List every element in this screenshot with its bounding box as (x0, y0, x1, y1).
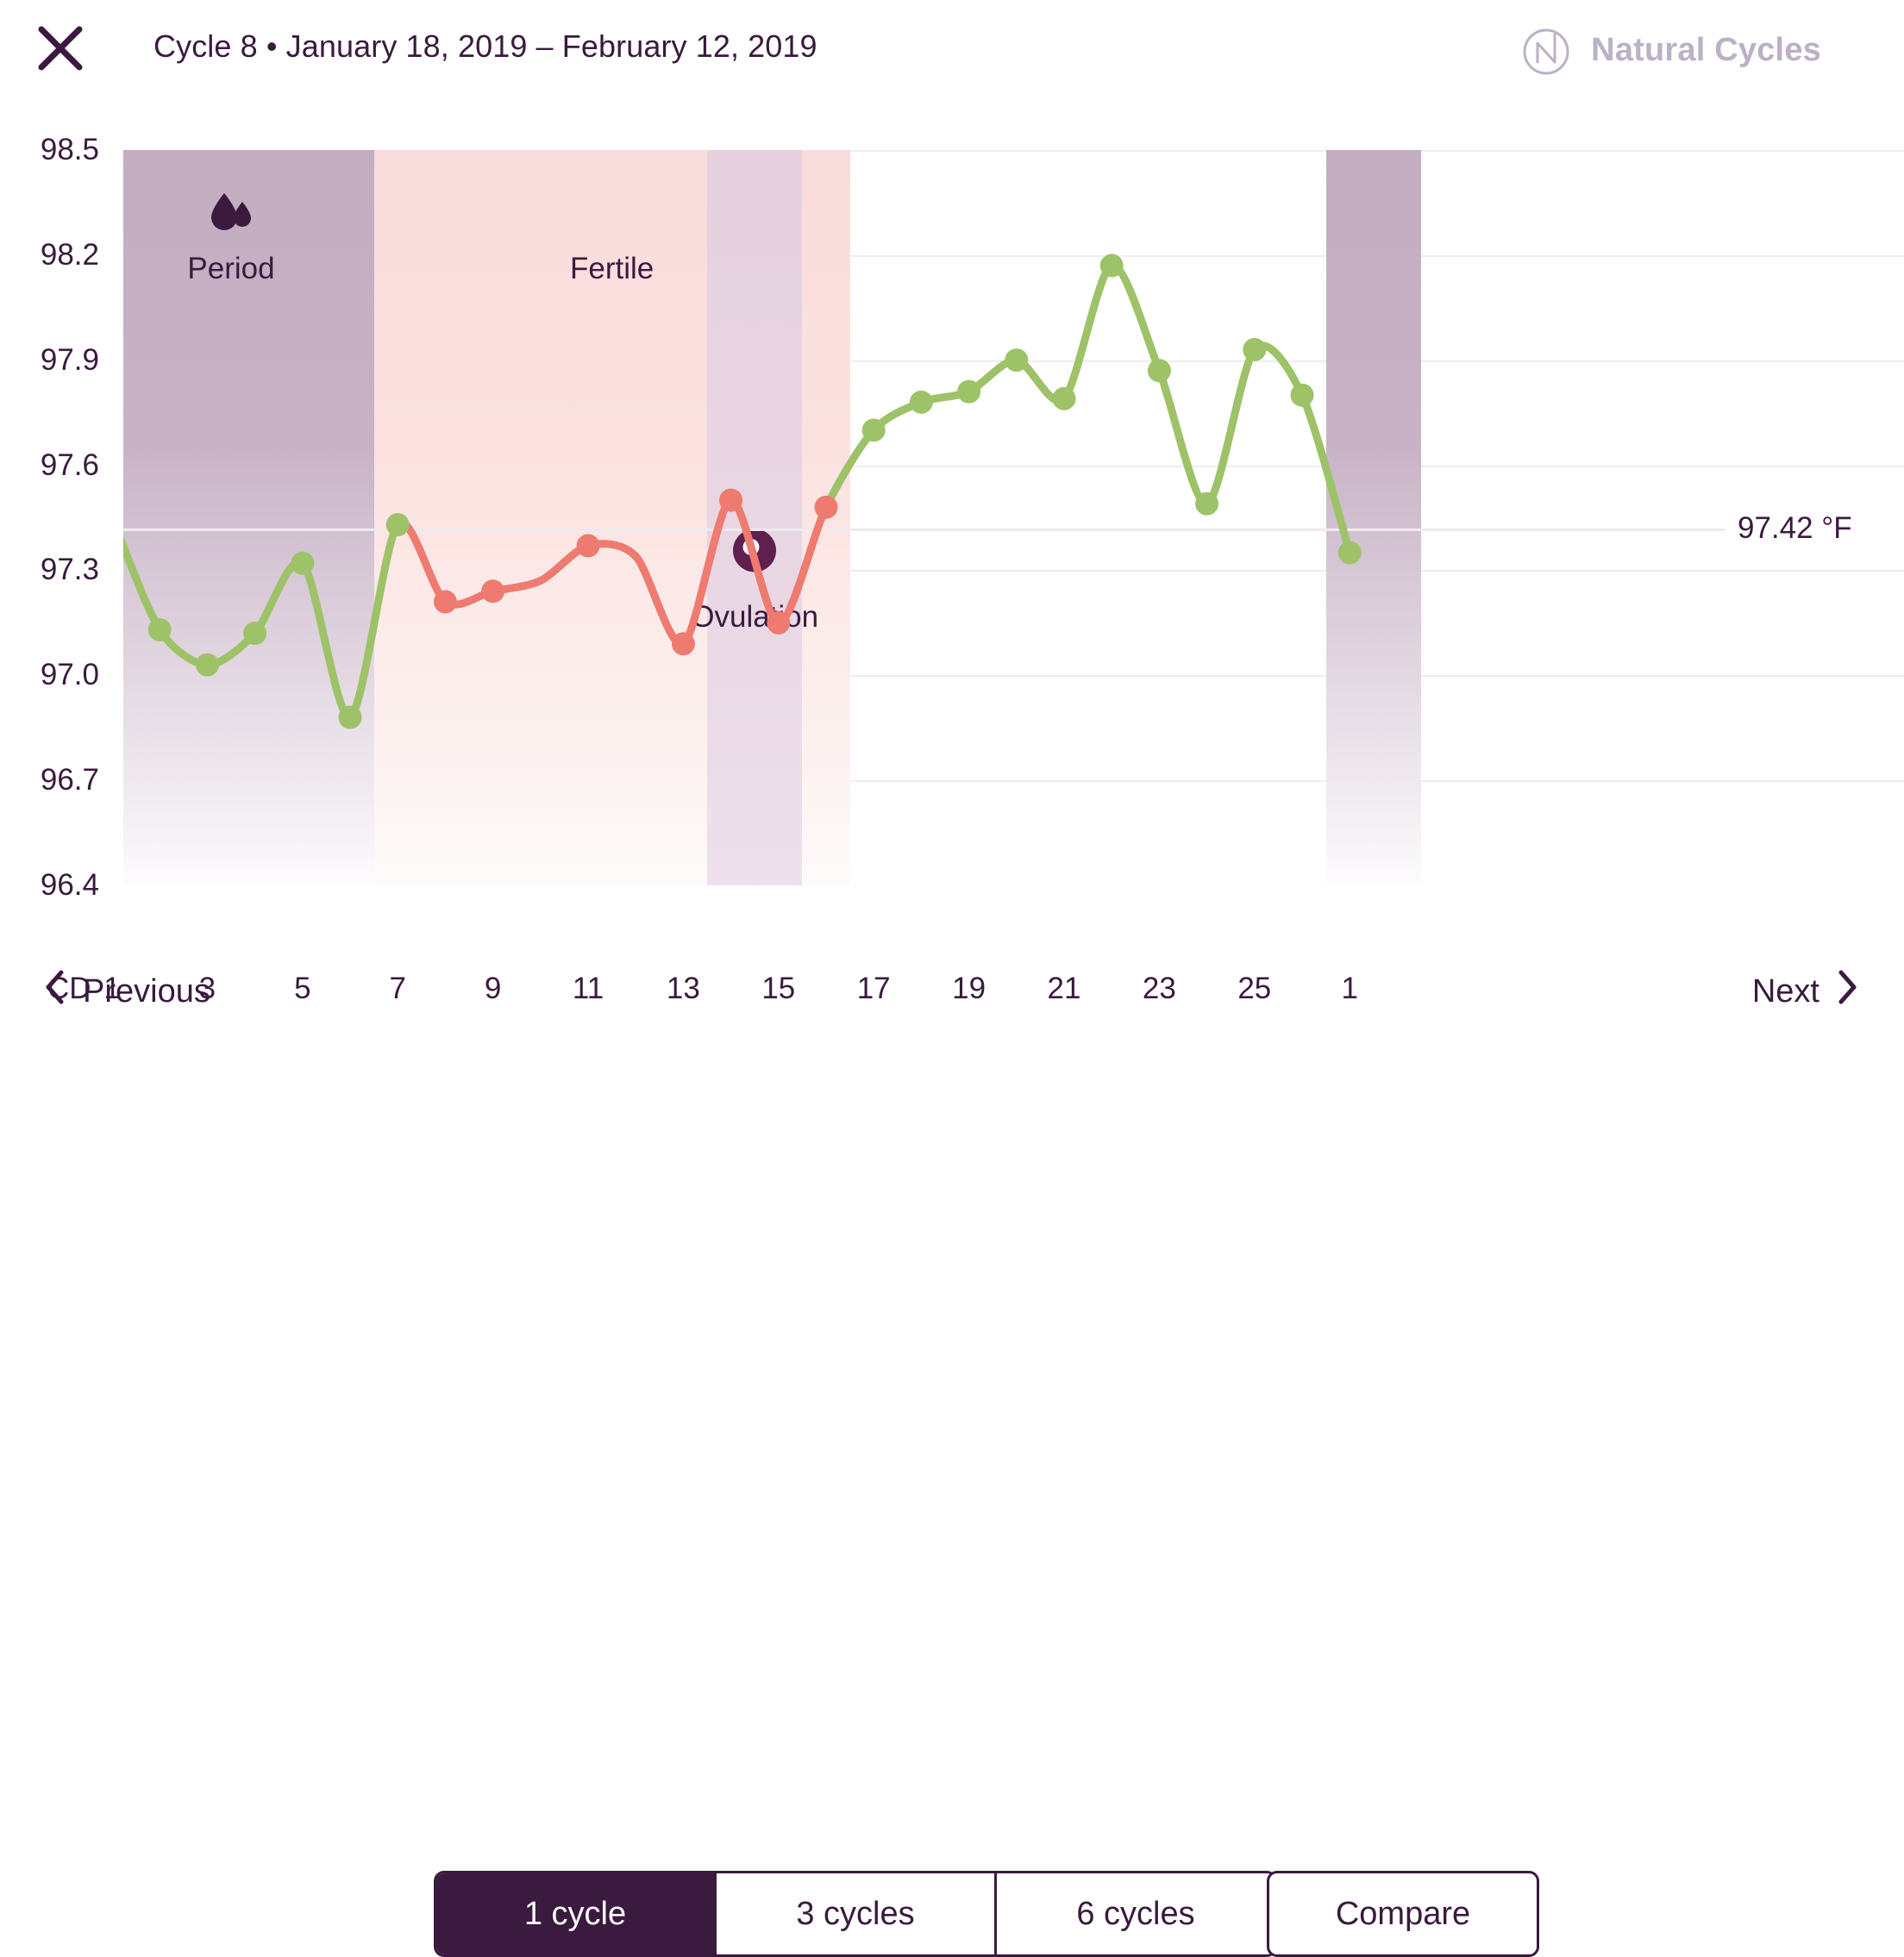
range-option-6-cycles[interactable]: 6 cycles (997, 1873, 1275, 1954)
compare-label: Compare (1335, 1895, 1471, 1932)
data-point[interactable] (291, 551, 315, 575)
y-axis-tick: 97.3 (40, 553, 99, 587)
range-option-1-cycle[interactable]: 1 cycle (436, 1873, 717, 1954)
data-point[interactable] (1099, 253, 1124, 278)
y-axis-tick: 98.2 (40, 237, 99, 272)
temperature-chart: 98.5 98.2 97.9 97.6 97.3 97.0 96.7 96.4 Period F… (0, 95, 1904, 1005)
data-point[interactable] (1290, 383, 1314, 407)
plot-area: Period Fertile Ovulation 97.42 °F (123, 150, 1904, 885)
data-point[interactable] (243, 622, 267, 646)
data-point[interactable] (1052, 386, 1076, 410)
temperature-line (123, 253, 1362, 729)
data-point[interactable] (576, 534, 600, 558)
range-option-3-cycles[interactable]: 3 cycles (717, 1873, 997, 1954)
chevron-right-icon (1837, 969, 1859, 1014)
data-point[interactable] (1005, 348, 1029, 372)
y-axis-tick: 97.9 (40, 342, 99, 377)
brand-name: Natural Cycles (1591, 31, 1821, 68)
brand-logo: Natural Cycles (1520, 24, 1821, 76)
data-point[interactable] (767, 610, 791, 635)
data-point[interactable] (385, 513, 410, 537)
data-point[interactable] (1337, 541, 1362, 565)
previous-label: Previous (83, 972, 210, 1010)
next-button[interactable]: Next (1752, 969, 1859, 1014)
y-axis-tick: 97.0 (40, 658, 99, 692)
previous-button[interactable]: Previous (43, 969, 210, 1014)
data-point[interactable] (1243, 338, 1267, 362)
data-point[interactable] (195, 653, 219, 677)
data-point[interactable] (861, 418, 886, 442)
next-label: Next (1751, 972, 1819, 1010)
cycle-range-segmented-control[interactable]: 1 cycle 3 cycles 6 cycles (434, 1871, 1277, 1957)
y-axis: 98.5 98.2 97.9 97.6 97.3 97.0 96.7 96.4 (0, 95, 123, 922)
data-point[interactable] (671, 632, 695, 656)
data-point[interactable] (1147, 359, 1171, 383)
header: Cycle 8 • January 18, 2019 – February 12… (0, 0, 1904, 95)
data-point[interactable] (1195, 491, 1219, 516)
data-point[interactable] (814, 495, 838, 519)
chevron-left-icon (43, 969, 66, 1014)
natural-cycles-logo-icon (1520, 24, 1572, 76)
cycle-chart-screen: Cycle 8 • January 18, 2019 – February 12… (0, 0, 1904, 1957)
y-axis-tick: 97.6 (40, 447, 99, 482)
footer-controls: Previous 1 cycle 3 cycles 6 cycles Compare… (0, 931, 1904, 1957)
data-point[interactable] (909, 390, 933, 414)
page-title: Cycle 8 • January 18, 2019 – February 12… (153, 28, 817, 64)
y-axis-tick: 96.7 (40, 763, 99, 797)
data-point[interactable] (338, 705, 362, 729)
data-point[interactable] (433, 590, 457, 614)
y-axis-tick: 98.5 (40, 133, 99, 166)
data-point[interactable] (147, 617, 172, 641)
close-icon[interactable] (36, 24, 85, 72)
data-point[interactable] (957, 379, 981, 403)
compare-button[interactable]: Compare (1267, 1871, 1539, 1957)
data-point[interactable] (481, 579, 505, 603)
y-axis-tick: 96.4 (40, 868, 99, 902)
data-point[interactable] (719, 488, 743, 512)
